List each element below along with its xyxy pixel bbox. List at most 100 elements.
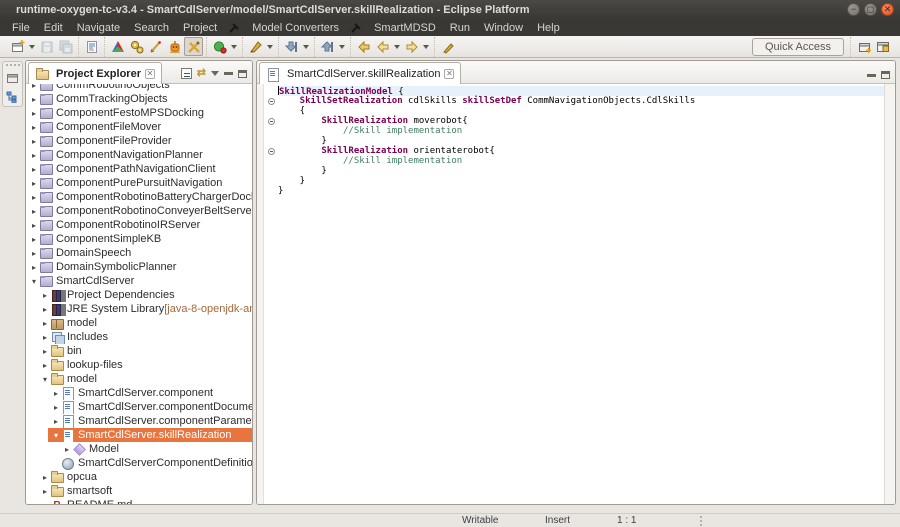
maximize-window-button[interactable]: ◻ [864,3,877,16]
tree-row-body[interactable]: README.md [37,498,252,504]
code-line[interactable]: //Skill implementation [278,126,884,136]
smartmdsd-doc-button[interactable] [82,37,101,56]
tree-row[interactable]: ▸ bin [26,344,252,358]
view-menu-icon[interactable] [211,71,219,76]
open-perspective-button[interactable] [854,37,873,56]
import-button[interactable] [282,37,301,56]
clean-broom-button[interactable] [146,37,165,56]
tree-row[interactable]: ▸ Model [26,442,252,456]
tree-row-body[interactable]: ▸ SmartCdlServer.componentDocumentation [48,400,252,414]
code-line[interactable]: } [278,186,884,196]
menu-help[interactable]: Help [530,22,567,34]
build-tools-button[interactable] [184,37,203,56]
expander-icon[interactable]: ▸ [29,151,39,160]
expander-icon[interactable]: ▸ [40,347,50,356]
tree-row-body[interactable]: ▸ ComponentRobotinoBatteryChargerDocking [26,190,252,204]
tree-row-body[interactable]: ▸ CommRobotinoObjects [26,84,252,92]
expander-icon[interactable]: ▸ [62,445,72,454]
tree-row-body[interactable]: ▸ opcua [37,470,252,484]
maximize-view-icon[interactable] [238,70,247,78]
code-line[interactable]: //Skill implementation [278,156,884,166]
expander-icon[interactable]: ▸ [29,137,39,146]
menu-smartmdsd[interactable]: SmartMDSD [367,22,443,34]
export-button[interactable] [318,37,337,56]
code-line[interactable]: } [278,176,884,186]
expander-icon[interactable]: ▸ [40,305,50,314]
deploy-dropdown-arrow[interactable] [267,45,273,49]
code-line[interactable]: SkillRealization moverobot{ [278,116,884,126]
tree-row[interactable]: README.md [26,498,252,504]
collapse-all-icon[interactable] [181,68,192,79]
tree-row[interactable]: ▸ ComponentPurePursuitNavigation [26,176,252,190]
expander-icon[interactable]: ▸ [40,361,50,370]
forward-dropdown-arrow[interactable] [423,45,429,49]
tree-row[interactable]: ▸ DomainSymbolicPlanner [26,260,252,274]
tree-row-body[interactable]: ▸ JRE System Library [java-8-openjdk-amd… [37,302,252,316]
back-dropdown-arrow[interactable] [394,45,400,49]
tree-row-body[interactable]: ▾ SmartCdlServer [26,274,252,288]
tree-row[interactable]: ▸ ComponentPathNavigationClient [26,162,252,176]
tree-row[interactable]: ▸ Project Dependencies [26,288,252,302]
code-line[interactable]: SkillSetRealization cdlSkills skillSetDe… [278,96,884,106]
code-line[interactable]: } [278,166,884,176]
tree-row[interactable]: ▸ CommRobotinoObjects [26,84,252,92]
expander-icon[interactable]: ▸ [29,109,39,118]
tree-row-body[interactable]: ▸ smartsoft [37,484,252,498]
tree-row[interactable]: ▸ ComponentFileProvider [26,134,252,148]
expander-icon[interactable]: ▸ [29,235,39,244]
expander-icon[interactable]: ▾ [29,277,39,286]
link-with-editor-icon[interactable]: ⇄ [197,68,206,79]
tree-row-body[interactable]: ▸ SmartCdlServer.component [48,386,252,400]
tree-row-body[interactable]: ▾ SmartCdlServer.skillRealization [48,428,252,442]
menu-run[interactable]: Run [443,22,477,34]
tab-editor-skillrealization[interactable]: SmartCdlServer.skillRealization ✕ [259,62,461,84]
menu-search[interactable]: Search [127,22,176,34]
fold-collapse-icon[interactable] [268,148,275,155]
menu-navigate[interactable]: Navigate [70,22,127,34]
expander-icon[interactable]: ▸ [29,263,39,272]
import-dropdown-arrow[interactable] [303,45,309,49]
expander-icon[interactable]: ▸ [29,179,39,188]
tree-row-body[interactable]: ▾ model [37,372,252,386]
tree-row[interactable]: ▸ DomainSpeech [26,246,252,260]
tree-row[interactable]: ▸ SmartCdlServer.componentDocumentation [26,400,252,414]
tree-row-body[interactable]: ▸ bin [37,344,252,358]
tree-row[interactable]: ▾ SmartCdlServer.skillRealization [26,428,252,442]
minimize-window-button[interactable]: − [847,3,860,16]
tree-row[interactable]: ▾ model [26,372,252,386]
tree-row-body[interactable]: ▸ SmartCdlServer.componentParameters [48,414,252,428]
expander-icon[interactable]: ▾ [40,375,50,384]
fold-collapse-icon[interactable] [268,98,275,105]
code-line[interactable]: { [278,106,884,116]
new-dropdown-arrow[interactable] [29,45,35,49]
code-line[interactable]: SkillRealizationModel { [278,86,884,96]
tree-row[interactable]: ▸ SmartCdlServer.componentParameters [26,414,252,428]
expander-icon[interactable]: ▸ [40,333,50,342]
deploy-pen-button[interactable] [246,37,265,56]
overview-ruler[interactable] [884,84,895,504]
menu-project[interactable]: Project [176,22,224,34]
tree-row-body[interactable]: ▸ ComponentFileMover [26,120,252,134]
statusbar-grip[interactable] [700,516,702,526]
forward-button[interactable] [402,37,421,56]
tree-row[interactable]: ▸ CommTrackingObjects [26,92,252,106]
expander-icon[interactable]: ▸ [40,487,50,496]
tree-row[interactable]: ▸ ComponentRobotinoIRServer [26,218,252,232]
menu-edit[interactable]: Edit [37,22,70,34]
expander-icon[interactable]: ▾ [51,431,61,440]
expander-icon[interactable]: ▸ [29,84,39,90]
maximize-view-icon[interactable] [881,71,890,79]
code-line[interactable]: SkillRealization orientaterobot{ [278,146,884,156]
expander-icon[interactable]: ▸ [29,221,39,230]
tree-row[interactable]: SmartCdlServerComponentDefinition.jpg [26,456,252,470]
tree-row-body[interactable]: ▸ model [37,316,252,330]
code-line[interactable]: } [278,136,884,146]
run-generator-button[interactable] [210,37,229,56]
tree-row-body[interactable]: ▸ ComponentPurePursuitNavigation [26,176,252,190]
expander-icon[interactable]: ▸ [29,207,39,216]
expander-icon[interactable]: ▸ [51,403,61,412]
save-button[interactable] [37,37,56,56]
tree-row-body[interactable]: ▸ Project Dependencies [37,288,252,302]
tree-row-body[interactable]: ▸ ComponentFileProvider [26,134,252,148]
tree-row[interactable]: ▸ opcua [26,470,252,484]
